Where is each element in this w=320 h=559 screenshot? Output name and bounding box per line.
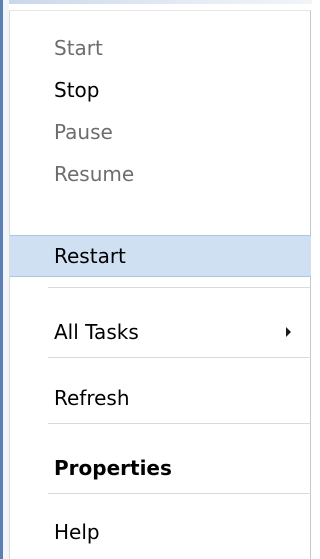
- menu-item-properties[interactable]: Properties: [10, 447, 311, 489]
- menu-separator: [48, 287, 311, 288]
- menu-item-start: Start: [54, 36, 103, 60]
- context-menu: Start Stop Pause Resume Restart All Task…: [9, 10, 311, 559]
- context-menu-window: Start Stop Pause Resume Restart All Task…: [0, 0, 312, 559]
- chevron-right-icon: [286, 327, 291, 337]
- menu-item-help[interactable]: Help: [10, 511, 311, 553]
- menu-item-refresh[interactable]: Refresh: [10, 377, 311, 419]
- menu-item-pause: Pause: [54, 120, 113, 144]
- menu-item-stop[interactable]: Stop: [10, 69, 311, 111]
- menu-item-all-tasks[interactable]: All Tasks: [10, 311, 311, 353]
- menu-item-resume: Resume: [54, 162, 135, 186]
- menu-item-restart[interactable]: Restart: [10, 235, 311, 277]
- menu-separator: [48, 493, 311, 494]
- menu-separator: [48, 423, 311, 424]
- menu-item-all-tasks-label: All Tasks: [54, 320, 139, 344]
- window-title-strip: [0, 0, 312, 4]
- menu-separator: [48, 357, 311, 358]
